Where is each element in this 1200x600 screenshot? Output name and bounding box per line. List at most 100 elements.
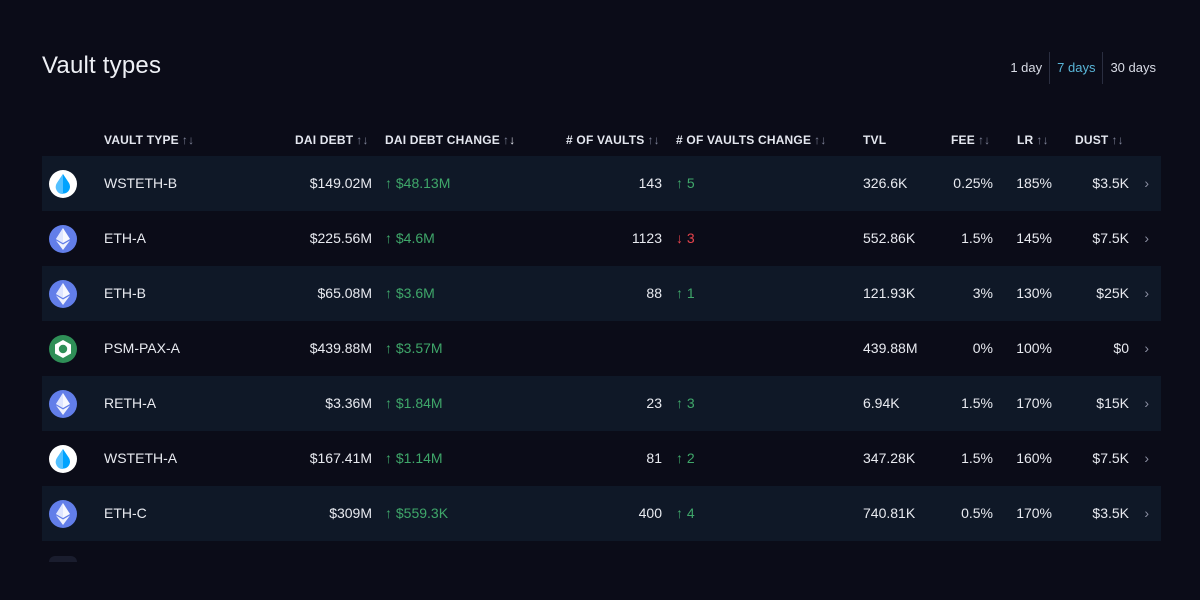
col-label: VAULT TYPE: [104, 133, 179, 147]
change-value: $3.6M: [395, 285, 435, 301]
change-value: 2: [686, 450, 695, 466]
dai-debt: $225.56M: [309, 230, 372, 246]
chevron-right-icon[interactable]: ›: [1144, 486, 1149, 541]
num-vaults-change: ↑ 5: [676, 156, 695, 211]
eth-icon: [49, 280, 77, 308]
wsteth-drop-icon: [49, 445, 77, 473]
lr: 145%: [1016, 230, 1052, 246]
eth-icon: [49, 225, 77, 253]
fee: 1.5%: [961, 450, 993, 466]
wsteth-drop-icon: [49, 170, 77, 198]
dai-debt: $65.08M: [317, 285, 372, 301]
vault-name: ETH-C: [104, 505, 147, 521]
col-label: # OF VAULTS: [566, 133, 645, 147]
col-num-vaults[interactable]: # OF VAULTS ↑↓: [566, 133, 660, 147]
col-label: DAI DEBT: [295, 133, 354, 147]
dust: $0: [1113, 340, 1129, 356]
change-value: 4: [686, 505, 695, 521]
change-value: $559.3K: [395, 505, 449, 521]
lr: 160%: [1016, 450, 1052, 466]
change-value: 3: [686, 230, 695, 246]
lr: 170%: [1016, 505, 1052, 521]
col-dai-debt[interactable]: DAI DEBT ↑↓: [295, 133, 369, 147]
vault-name: RETH-A: [104, 395, 157, 411]
num-vaults: 1123: [631, 230, 662, 246]
num-vaults: 88: [646, 285, 662, 301]
tvl: 347.28K: [863, 450, 916, 466]
lr: 170%: [1016, 395, 1052, 411]
dai-debt-change: ↑ $48.13M: [385, 156, 450, 211]
num-vaults-change: ↑ 3: [676, 376, 695, 431]
num-vaults-change: ↑ 2: [676, 431, 695, 486]
table-row[interactable]: ETH-A $225.56M ↑ $4.6M 1123 ↓ 3 552.86K …: [42, 211, 1161, 266]
sort-icon[interactable]: ↑↓: [356, 133, 368, 147]
table-row[interactable]: WSTETH-A $167.41M ↑ $1.14M 81 ↑ 2 347.28…: [42, 431, 1161, 486]
change-value: $1.14M: [395, 450, 443, 466]
arrow-up-icon: ↑: [385, 395, 392, 411]
time-range-selector: 1 day 7 days 30 days: [1003, 52, 1163, 84]
dai-debt-change: ↑ $1.14M: [385, 431, 443, 486]
col-fee[interactable]: FEE ↑↓: [951, 133, 990, 147]
tvl: 6.94K: [863, 395, 900, 411]
chevron-right-icon[interactable]: ›: [1144, 321, 1149, 376]
arrow-up-icon: ↑: [676, 395, 683, 411]
num-vaults: 81: [646, 450, 662, 466]
col-label: # OF VAULTS CHANGE: [676, 133, 812, 147]
num-vaults-change: ↓ 3: [676, 211, 695, 266]
arrow-up-icon: ↑: [385, 505, 392, 521]
sort-icon[interactable]: ↑↓: [1036, 133, 1048, 147]
chevron-right-icon[interactable]: ›: [1144, 431, 1149, 486]
table-row[interactable]: RETH-A $3.36M ↑ $1.84M 23 ↑ 3 6.94K 1.5%…: [42, 376, 1161, 431]
range-30-days[interactable]: 30 days: [1103, 52, 1163, 84]
arrow-up-icon: ↑: [385, 450, 392, 466]
change-value: 1: [686, 285, 695, 301]
change-value: $3.57M: [395, 340, 443, 356]
col-label: FEE: [951, 133, 975, 147]
num-vaults-change: ↑ 4: [676, 486, 695, 541]
col-lr[interactable]: LR ↑↓: [1017, 133, 1049, 147]
col-vault-type[interactable]: VAULT TYPE ↑↓: [104, 133, 194, 147]
dai-debt-change: ↑ $3.6M: [385, 266, 435, 321]
partial-row-icon: [49, 556, 77, 562]
table-row[interactable]: PSM-PAX-A $439.88M ↑ $3.57M 439.88M 0% 1…: [42, 321, 1161, 376]
col-dai-debt-change[interactable]: DAI DEBT CHANGE ↑↓: [385, 133, 515, 147]
fee: 0.5%: [961, 505, 993, 521]
arrow-up-icon: ↑: [676, 175, 683, 191]
change-value: $1.84M: [395, 395, 443, 411]
table-row[interactable]: ETH-C $309M ↑ $559.3K 400 ↑ 4 740.81K 0.…: [42, 486, 1161, 541]
sort-icon[interactable]: ↑↓: [182, 133, 194, 147]
num-vaults-change: ↑ 1: [676, 266, 695, 321]
dust: $3.5K: [1092, 175, 1129, 191]
sort-icon[interactable]: ↑↓: [814, 133, 826, 147]
vault-name: WSTETH-A: [104, 450, 178, 466]
dust: $7.5K: [1092, 450, 1129, 466]
arrow-up-icon: ↑: [676, 285, 683, 301]
sort-icon[interactable]: ↑↓: [1111, 133, 1123, 147]
sort-icon[interactable]: ↑↓: [647, 133, 659, 147]
dai-debt: $149.02M: [309, 175, 372, 191]
arrow-up-icon: ↑: [385, 175, 392, 191]
col-num-vaults-change[interactable]: # OF VAULTS CHANGE ↑↓: [676, 133, 827, 147]
arrow-up-icon: ↑: [385, 285, 392, 301]
chevron-right-icon[interactable]: ›: [1144, 266, 1149, 321]
sort-desc-icon[interactable]: ↑↓: [503, 133, 515, 147]
chevron-right-icon[interactable]: ›: [1144, 156, 1149, 211]
chevron-right-icon[interactable]: ›: [1144, 376, 1149, 431]
arrow-down-icon: ↓: [676, 230, 683, 246]
dai-debt-change: ↑ $3.57M: [385, 321, 443, 376]
range-7-days[interactable]: 7 days: [1049, 52, 1104, 84]
pax-icon: [49, 335, 77, 363]
eth-icon: [49, 500, 77, 528]
col-dust[interactable]: DUST ↑↓: [1075, 133, 1124, 147]
table-row[interactable]: ETH-B $65.08M ↑ $3.6M 88 ↑ 1 121.93K 3% …: [42, 266, 1161, 321]
fee: 1.5%: [961, 230, 993, 246]
arrow-up-icon: ↑: [385, 230, 392, 246]
sort-icon[interactable]: ↑↓: [978, 133, 990, 147]
range-1-day[interactable]: 1 day: [1003, 52, 1049, 84]
table-row[interactable]: WSTETH-B $149.02M ↑ $48.13M 143 ↑ 5 326.…: [42, 156, 1161, 211]
lr: 130%: [1016, 285, 1052, 301]
chevron-right-icon[interactable]: ›: [1144, 211, 1149, 266]
vault-types-table: VAULT TYPE ↑↓ DAI DEBT ↑↓ DAI DEBT CHANGE ↑…: [42, 120, 1161, 541]
vault-name: ETH-B: [104, 285, 146, 301]
col-label: DAI DEBT CHANGE: [385, 133, 501, 147]
